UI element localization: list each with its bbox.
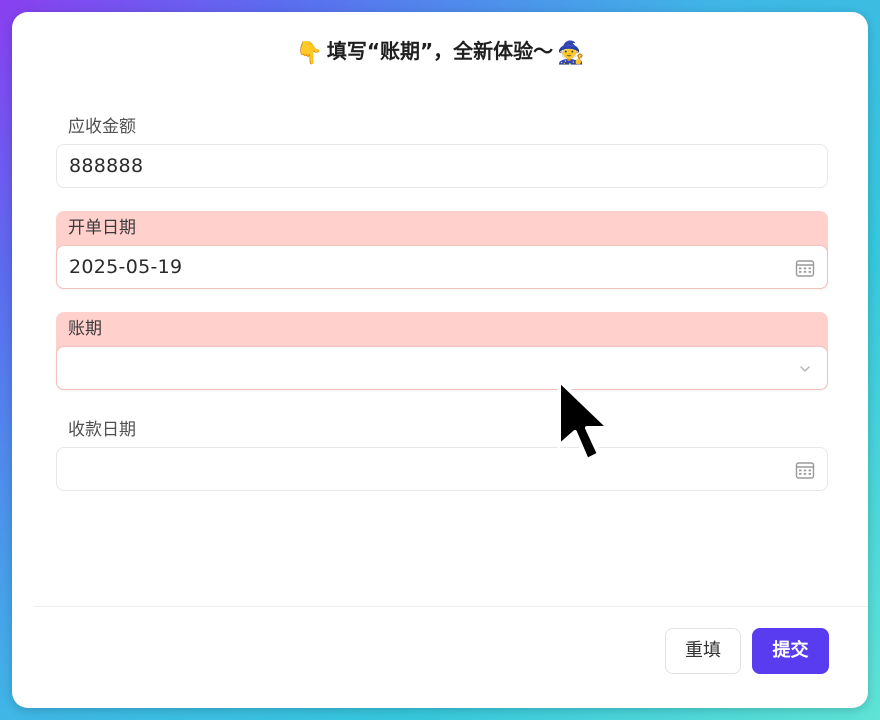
calendar-icon[interactable] (795, 258, 815, 278)
reset-button[interactable]: 重填 (665, 628, 741, 674)
bill-date-label: 开单日期 (68, 218, 136, 238)
mouse-cursor-icon (557, 378, 611, 462)
bill-date-input[interactable]: 2025-05-19 (56, 245, 828, 289)
pointing-down-icon: 👇 (295, 41, 323, 66)
footer-divider (34, 606, 868, 607)
dialog-title-text: 填写“账期”，全新体验～ (326, 39, 554, 63)
amount-value: 888888 (69, 155, 144, 177)
chevron-down-icon[interactable] (795, 359, 815, 379)
wizard-icon: 🧙 (557, 41, 585, 66)
form-dialog: 👇 填写“账期”，全新体验～ 🧙 应收金额 888888 开单日期 2025-05-… (12, 12, 868, 708)
amount-field: 应收金额 888888 (56, 110, 828, 188)
amount-input[interactable]: 888888 (56, 144, 828, 188)
calendar-icon[interactable] (795, 460, 815, 480)
amount-label: 应收金额 (68, 117, 136, 137)
credit-term-label: 账期 (68, 319, 102, 339)
credit-term-field: 账期 (56, 312, 828, 390)
credit-term-select[interactable] (56, 346, 828, 390)
collection-date-label: 收款日期 (68, 420, 136, 440)
collection-date-field: 收款日期 (56, 413, 828, 491)
collection-date-input[interactable] (56, 447, 828, 491)
submit-button[interactable]: 提交 (752, 628, 829, 674)
bill-date-value: 2025-05-19 (69, 256, 183, 278)
bill-date-field: 开单日期 2025-05-19 (56, 211, 828, 289)
dialog-title: 👇 填写“账期”，全新体验～ 🧙 (12, 36, 868, 69)
